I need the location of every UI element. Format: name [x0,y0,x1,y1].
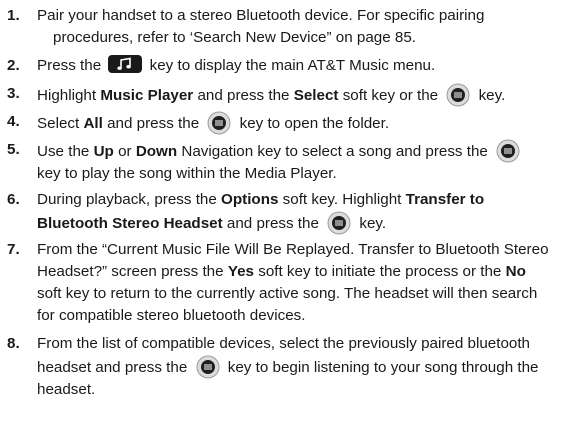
step-text: Use the Up or Down Navigation key to sel… [37,139,583,185]
step-number: 5. [7,141,20,158]
select-key-icon [196,355,220,379]
select-key-icon [327,211,351,235]
step-text: Select All and press the key to open the… [37,111,583,135]
step-number: 4. [7,113,20,130]
step-number: 3. [7,85,20,102]
step-number: 2. [7,57,20,74]
step-text: From the “Current Music File Will Be Rep… [37,241,549,324]
step-text: During playback, press the Options soft … [37,189,583,235]
step-number: 7. [7,241,20,258]
step-text: From the list of compatible devices, sel… [37,335,539,398]
step-number: 6. [7,191,20,208]
step-text: Press the key to display the main AT&T M… [37,55,436,74]
select-key-icon [446,83,470,107]
step-text: Highlight Music Player and press the Sel… [37,83,583,107]
step-text: Pair your handset to a stereo Bluetooth … [37,7,485,46]
instruction-list: 1. Pair your handset to a stereo Bluetoo… [0,0,587,440]
select-key-icon [207,111,231,135]
select-key-icon [496,139,520,163]
step-number: 8. [7,335,20,352]
step-number: 1. [7,7,20,24]
music-key-icon [108,55,143,73]
